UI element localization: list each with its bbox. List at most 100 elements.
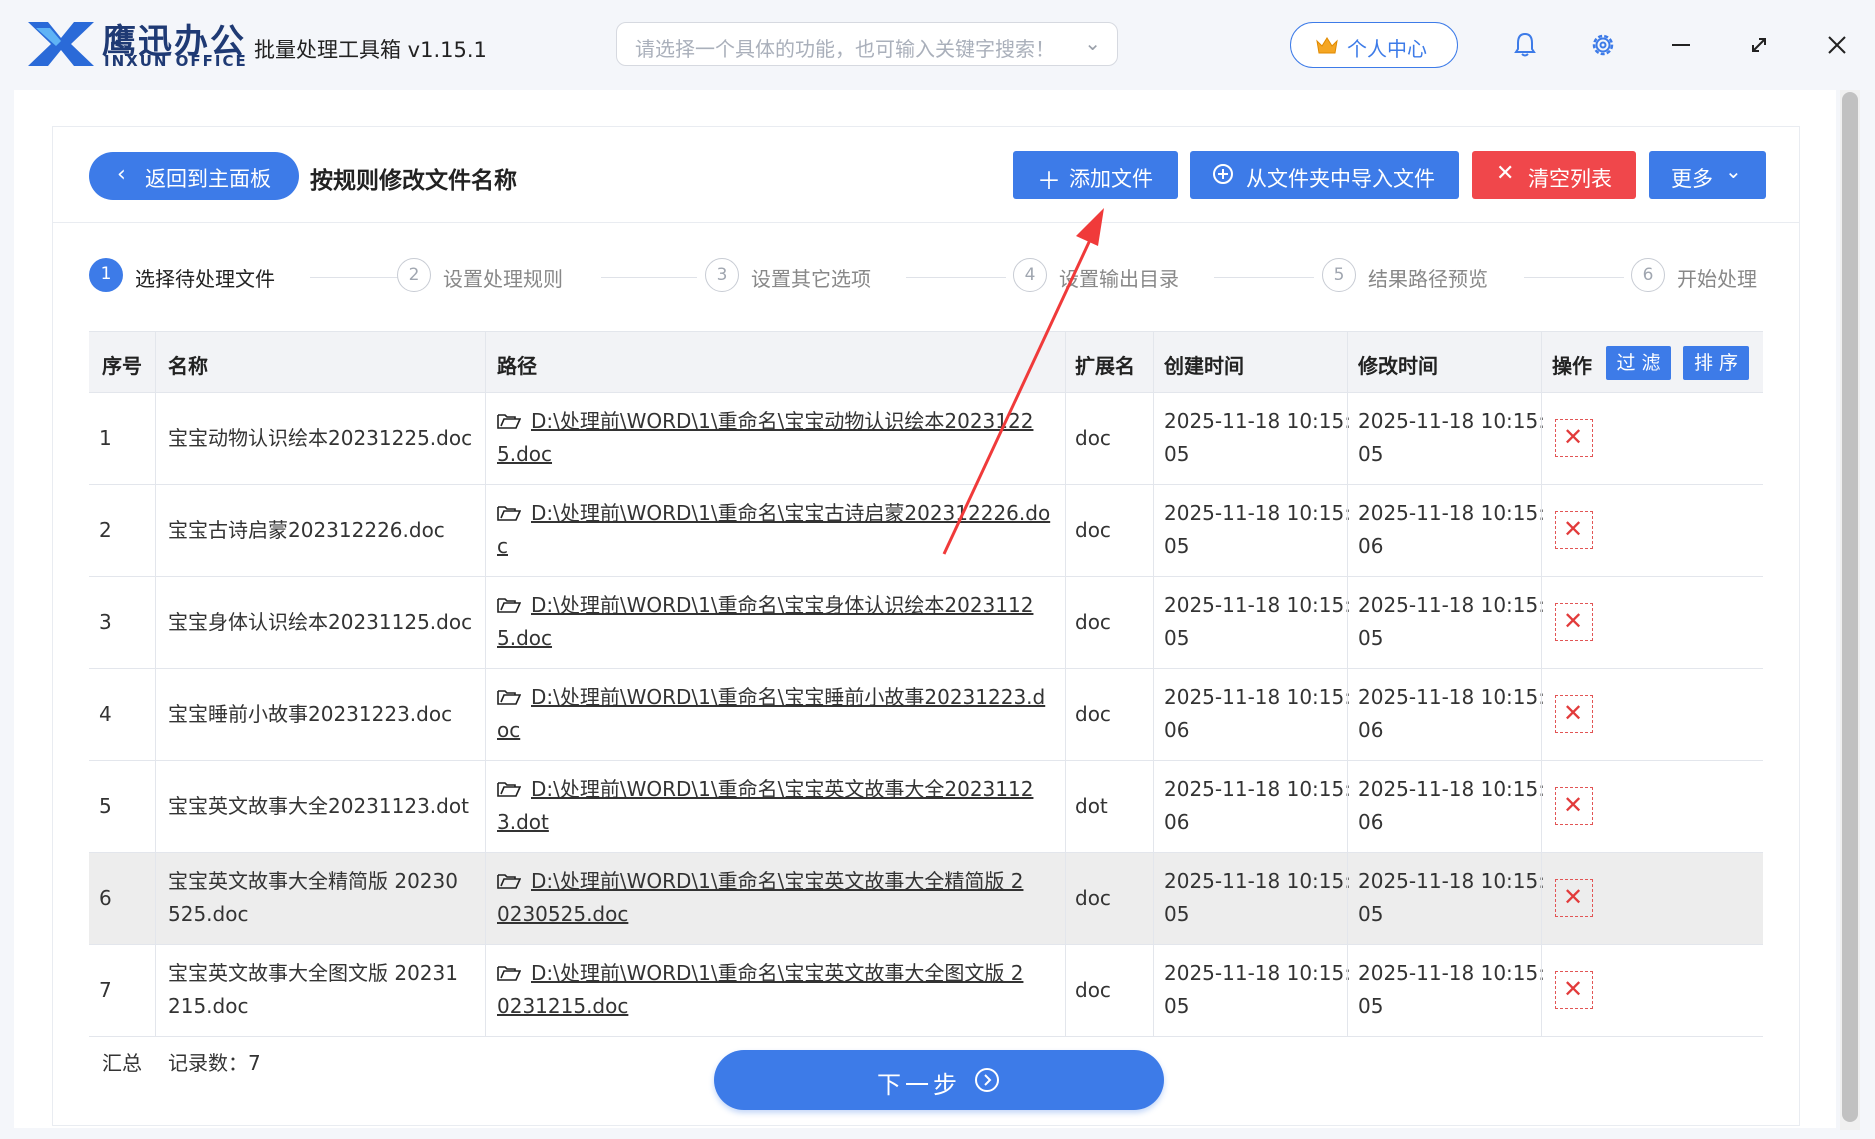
chevron-down-icon[interactable]: ⌄ — [1084, 31, 1101, 55]
file-path[interactable]: D:\处理前\WORD\1\重命名\宝宝英文故事大全图文版 2 0231215.d… — [497, 957, 1057, 1023]
table-row[interactable]: 4 宝宝睡前小故事20231223.doc D:\处理前\WORD\1\重命名\宝宝… — [89, 669, 1763, 761]
column-divider — [1065, 331, 1066, 1037]
created-time-line: 06 — [1164, 810, 1190, 834]
file-name-line: 宝宝古诗启蒙202312226.doc — [168, 518, 445, 542]
file-path-link[interactable]: D:\处理前\WORD\1\重命名\宝宝睡前小故事20231223.d — [531, 685, 1045, 709]
minimize-icon[interactable] — [1664, 28, 1698, 62]
crown-icon — [1316, 37, 1338, 54]
file-path-link[interactable]: 0230525.doc — [497, 902, 628, 926]
file-name-line: 宝宝英文故事大全图文版 20231 — [168, 961, 458, 985]
modified-time: 2025-11-18 10:15: 06 — [1358, 681, 1545, 747]
modified-time: 2025-11-18 10:15: 05 — [1358, 957, 1545, 1023]
step-label: 设置输出目录 — [1059, 267, 1179, 291]
row-index: 4 — [99, 702, 112, 726]
delete-row-button[interactable]: ✕ — [1555, 787, 1593, 825]
file-name: 宝宝身体认识绘本20231125.doc — [168, 606, 478, 639]
back-to-main-button[interactable]: ‹ 返回到主面板 — [89, 152, 299, 200]
table-row[interactable]: 7 宝宝英文故事大全图文版 20231 215.doc D:\处理前\WORD\1\重… — [89, 945, 1763, 1037]
settings-gear-icon[interactable] — [1586, 28, 1620, 62]
clear-list-button[interactable]: ✕ 清空列表 — [1472, 151, 1636, 199]
created-time-line: 05 — [1164, 994, 1190, 1018]
modified-time-line: 05 — [1358, 626, 1384, 650]
step-connector — [310, 277, 404, 278]
table-row[interactable]: 1 宝宝动物认识绘本20231225.doc D:\处理前\WORD\1\重命名\宝… — [89, 393, 1763, 485]
next-step-label: 下一步 — [877, 1071, 961, 1099]
file-path-link[interactable]: 5.doc — [497, 626, 552, 650]
maximize-icon[interactable] — [1742, 28, 1776, 62]
more-dropdown-button[interactable]: 更多 ⌄ — [1649, 151, 1766, 199]
file-path-link[interactable]: D:\处理前\WORD\1\重命名\宝宝身体认识绘本2023112 — [531, 593, 1033, 617]
file-path-link[interactable]: 0231215.doc — [497, 994, 628, 1018]
created-time: 2025-11-18 10:15: 05 — [1164, 589, 1351, 655]
delete-row-button[interactable]: ✕ — [1555, 971, 1593, 1009]
close-icon[interactable] — [1820, 28, 1854, 62]
delete-row-button[interactable]: ✕ — [1555, 695, 1593, 733]
column-divider — [1347, 331, 1348, 1037]
file-path[interactable]: D:\处理前\WORD\1\重命名\宝宝古诗启蒙202312226.do c — [497, 497, 1057, 563]
header-index: 序号 — [102, 354, 142, 378]
table-row[interactable]: 3 宝宝身体认识绘本20231125.doc D:\处理前\WORD\1\重命名\宝… — [89, 577, 1763, 669]
file-path-link[interactable]: oc — [497, 718, 520, 742]
brand-name-en: INXUN OFFICE — [104, 52, 248, 70]
file-path-link[interactable]: D:\处理前\WORD\1\重命名\宝宝古诗启蒙202312226.do — [531, 501, 1050, 525]
delete-row-button[interactable]: ✕ — [1555, 511, 1593, 549]
table-row[interactable]: 5 宝宝英文故事大全20231123.dot D:\处理前\WORD\1\重命名\宝… — [89, 761, 1763, 853]
file-path-link[interactable]: 5.doc — [497, 442, 552, 466]
next-step-button[interactable]: 下一步 — [714, 1050, 1164, 1110]
chevron-down-icon: ⌄ — [1725, 159, 1742, 183]
file-path[interactable]: D:\处理前\WORD\1\重命名\宝宝身体认识绘本2023112 5.doc — [497, 589, 1057, 655]
step-label: 结果路径预览 — [1368, 267, 1488, 291]
import-folder-button[interactable]: 从文件夹中导入文件 — [1190, 151, 1459, 199]
file-name: 宝宝英文故事大全图文版 20231 215.doc — [168, 957, 478, 1023]
file-name: 宝宝英文故事大全精简版 20230 525.doc — [168, 865, 478, 931]
scrollbar-thumb[interactable] — [1842, 92, 1858, 1122]
arrow-right-circle-icon — [975, 1068, 999, 1092]
table-header: 序号 名称 路径 扩展名 创建时间 修改时间 操作 过 滤 排 序 — [89, 331, 1763, 393]
file-name: 宝宝英文故事大全20231123.dot — [168, 790, 478, 823]
file-extension: doc — [1075, 886, 1111, 910]
title-bar: 鹰迅办公 INXUN OFFICE 批量处理工具箱 v1.15.1 请选择一个具… — [0, 0, 1875, 90]
created-time: 2025-11-18 10:15: 06 — [1164, 681, 1351, 747]
created-time-line: 2025-11-18 10:15: — [1164, 409, 1351, 433]
sort-button[interactable]: 排 序 — [1683, 346, 1749, 380]
table-row[interactable]: 6 宝宝英文故事大全精简版 20230 525.doc D:\处理前\WORD\1\重… — [89, 853, 1763, 945]
file-name: 宝宝古诗启蒙202312226.doc — [168, 514, 478, 547]
modified-time-line: 2025-11-18 10:15: — [1358, 777, 1545, 801]
file-path[interactable]: D:\处理前\WORD\1\重命名\宝宝英文故事大全2023112 3.dot — [497, 773, 1057, 839]
bell-icon[interactable] — [1508, 28, 1542, 62]
file-path-link[interactable]: D:\处理前\WORD\1\重命名\宝宝英文故事大全精简版 2 — [531, 869, 1023, 893]
file-extension: doc — [1075, 978, 1111, 1002]
file-path-link[interactable]: D:\处理前\WORD\1\重命名\宝宝动物认识绘本2023122 — [531, 409, 1033, 433]
file-path-link[interactable]: 3.dot — [497, 810, 549, 834]
filter-button[interactable]: 过 滤 — [1606, 346, 1671, 380]
file-path[interactable]: D:\处理前\WORD\1\重命名\宝宝睡前小故事20231223.d oc — [497, 681, 1057, 747]
delete-row-button[interactable]: ✕ — [1555, 603, 1593, 641]
created-time-line: 2025-11-18 10:15: — [1164, 961, 1351, 985]
step-label: 设置处理规则 — [443, 267, 563, 291]
file-path[interactable]: D:\处理前\WORD\1\重命名\宝宝动物认识绘本2023122 5.doc — [497, 405, 1057, 471]
user-center-button[interactable]: 个人中心 — [1290, 22, 1458, 68]
delete-row-button[interactable]: ✕ — [1555, 879, 1593, 917]
table-row[interactable]: 2 宝宝古诗启蒙202312226.doc D:\处理前\WORD\1\重命名\宝宝… — [89, 485, 1763, 577]
file-path-link[interactable]: D:\处理前\WORD\1\重命名\宝宝英文故事大全2023112 — [531, 777, 1033, 801]
modified-time-line: 06 — [1358, 718, 1384, 742]
created-time-line: 05 — [1164, 534, 1190, 558]
folder-open-icon — [497, 598, 521, 613]
delete-row-button[interactable]: ✕ — [1555, 419, 1593, 457]
file-name: 宝宝睡前小故事20231223.doc — [168, 698, 478, 731]
row-index: 6 — [99, 886, 112, 910]
file-name: 宝宝动物认识绘本20231225.doc — [168, 422, 478, 455]
file-path-link[interactable]: c — [497, 534, 508, 558]
header-path: 路径 — [497, 354, 537, 378]
delete-x-icon: ✕ — [1563, 515, 1584, 543]
header-extension: 扩展名 — [1075, 354, 1135, 378]
file-path[interactable]: D:\处理前\WORD\1\重命名\宝宝英文故事大全精简版 2 0230525.d… — [497, 865, 1057, 931]
file-name-line: 宝宝身体认识绘本20231125.doc — [168, 610, 473, 634]
folder-open-icon — [497, 874, 521, 889]
file-path-link[interactable]: D:\处理前\WORD\1\重命名\宝宝英文故事大全图文版 2 — [531, 961, 1023, 985]
function-search-input[interactable]: 请选择一个具体的功能，也可输入关键字搜索！ ⌄ — [616, 22, 1118, 66]
folder-open-icon — [497, 414, 521, 429]
file-extension: doc — [1075, 518, 1111, 542]
folder-open-icon — [497, 782, 521, 797]
add-file-button[interactable]: ＋ 添加文件 — [1013, 151, 1178, 199]
